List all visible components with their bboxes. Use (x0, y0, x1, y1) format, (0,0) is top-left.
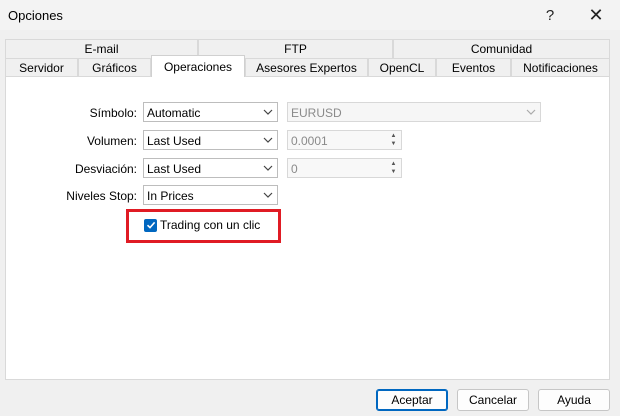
tab-label: OpenCL (379, 61, 425, 75)
tab-label: Servidor (19, 61, 64, 75)
chevron-down-icon (263, 109, 273, 115)
chevron-down-icon (263, 192, 273, 198)
tab-asesores-expertos[interactable]: Asesores Expertos (245, 58, 368, 77)
help-icon: ? (545, 6, 555, 24)
tab-graficos[interactable]: Gráficos (78, 58, 151, 77)
spin-up-icon: ▲ (390, 161, 397, 167)
tab-opencl[interactable]: OpenCL (368, 58, 436, 77)
desviacion-label: Desviación: (74, 162, 137, 176)
tab-servidor[interactable]: Servidor (5, 58, 78, 77)
spin-down-icon: ▼ (390, 169, 397, 175)
close-button[interactable]: ✕ (576, 3, 616, 27)
title-bar: Opciones ? ✕ (0, 0, 620, 30)
desviacion-amount: 0 (291, 162, 298, 176)
check-icon (146, 221, 155, 229)
desviacion-stepper: 0 ▲ ▼ (287, 158, 402, 178)
one-click-trading-label: Trading con un clic (160, 218, 261, 232)
chevron-down-icon (263, 165, 273, 171)
one-click-trading-checkbox[interactable]: Trading con un clic (144, 218, 260, 232)
chevron-down-icon (526, 109, 536, 115)
help-title-button[interactable]: ? (530, 3, 570, 27)
niveles-stop-value: In Prices (147, 189, 194, 203)
tab-label: E-mail (84, 42, 119, 56)
tab-label: Eventos (451, 61, 496, 75)
volumen-mode-select[interactable]: Last Used (143, 130, 278, 150)
tab-notificaciones[interactable]: Notificaciones (511, 58, 610, 77)
close-icon: ✕ (588, 4, 604, 25)
volumen-label: Volumen: (86, 134, 137, 148)
simbolo-label: Símbolo: (89, 106, 137, 120)
symbol-value: EURUSD (291, 106, 342, 120)
tab-eventos[interactable]: Eventos (436, 58, 511, 77)
spin-up-icon: ▲ (390, 133, 397, 139)
tab-label: FTP (284, 42, 307, 56)
checkbox-checked[interactable] (144, 218, 157, 232)
help-button[interactable]: Ayuda (538, 389, 610, 411)
tab-label: Notificaciones (523, 61, 598, 75)
spin-down-icon: ▼ (390, 141, 397, 147)
volumen-amount: 0.0001 (291, 134, 328, 148)
desviacion-mode-select[interactable]: Last Used (143, 158, 278, 178)
simbolo-mode-value: Automatic (147, 106, 201, 120)
tab-comunidad[interactable]: Comunidad (393, 39, 610, 58)
ok-button[interactable]: Aceptar (376, 389, 448, 411)
window-title: Opciones (8, 8, 63, 23)
cancel-button[interactable]: Cancelar (457, 389, 529, 411)
simbolo-mode-select[interactable]: Automatic (143, 102, 278, 122)
chevron-down-icon (263, 137, 273, 143)
niveles-stop-label: Niveles Stop: (66, 189, 137, 203)
tab-label: Asesores Expertos (256, 61, 357, 75)
tab-label: Operaciones (163, 60, 233, 74)
tab-operaciones[interactable]: Operaciones (151, 55, 245, 77)
tab-label: Gráficos (92, 61, 137, 75)
niveles-stop-select[interactable]: In Prices (143, 185, 278, 205)
volumen-stepper: 0.0001 ▲ ▼ (287, 130, 402, 150)
symbol-select: EURUSD (287, 102, 541, 122)
desviacion-mode-value: Last Used (147, 162, 202, 176)
volumen-mode-value: Last Used (147, 134, 202, 148)
tab-label: Comunidad (470, 42, 533, 56)
